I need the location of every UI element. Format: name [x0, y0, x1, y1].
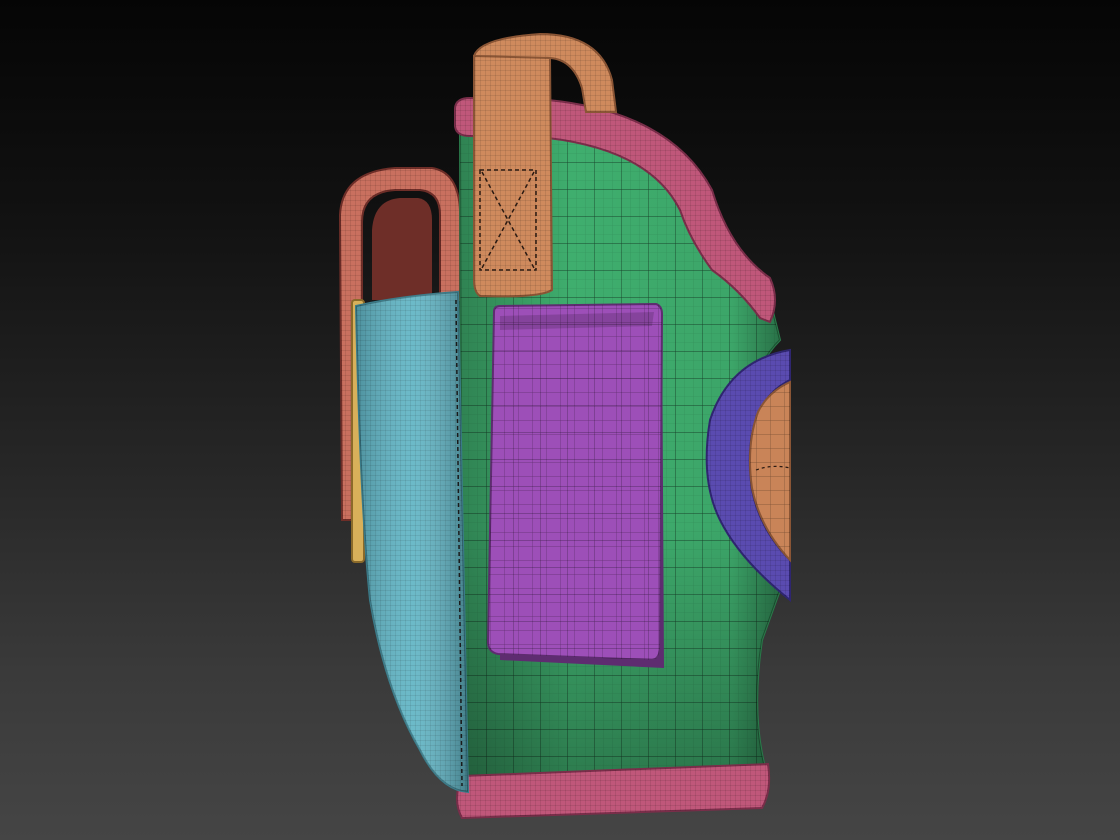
- viewport-background: [0, 0, 1120, 840]
- side-panel: [354, 290, 470, 794]
- holster-render: [338, 32, 791, 820]
- belt-clip: [486, 302, 664, 668]
